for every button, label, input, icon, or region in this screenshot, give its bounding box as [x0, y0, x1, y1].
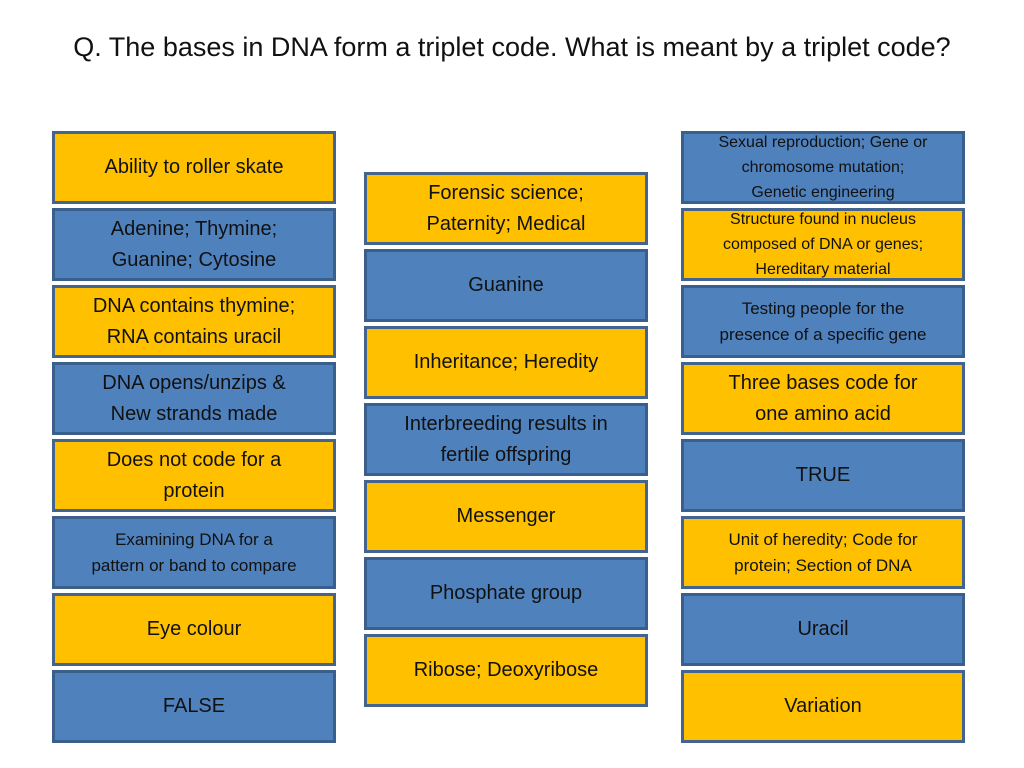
answer-column-middle: Forensic science; Paternity; Medical Gua… [364, 172, 648, 711]
answer-card[interactable]: Sexual reproduction; Gene or chromosome … [681, 131, 965, 204]
answer-text: Does not code for a protein [106, 448, 282, 502]
answer-text: DNA contains thymine; RNA contains uraci… [92, 294, 296, 348]
answer-card[interactable]: DNA contains thymine; RNA contains uraci… [52, 285, 336, 358]
answer-card[interactable]: Three bases code for one amino acid [681, 362, 965, 435]
answer-card[interactable]: Unit of heredity; Code for protein; Sect… [681, 516, 965, 589]
answer-text: Messenger [456, 505, 556, 527]
answer-column-left: Ability to roller skate Adenine; Thymine… [52, 131, 336, 747]
answer-text: Testing people for the presence of a spe… [719, 298, 927, 344]
answer-card[interactable]: Ability to roller skate [52, 131, 336, 204]
answer-text: Adenine; Thymine; Guanine; Cytosine [110, 217, 278, 271]
answer-text: Guanine [468, 274, 544, 296]
answer-card[interactable]: FALSE [52, 670, 336, 743]
question-title: Q. The bases in DNA form a triplet code.… [73, 32, 951, 62]
answer-text: Ability to roller skate [104, 156, 284, 178]
answer-text: Ribose; Deoxyribose [413, 659, 599, 681]
answer-text: Forensic science; Paternity; Medical [426, 181, 586, 235]
answer-card[interactable]: Interbreeding results in fertile offspri… [364, 403, 648, 476]
answer-card[interactable]: Uracil [681, 593, 965, 666]
answer-text: TRUE [795, 464, 851, 486]
answer-text: FALSE [162, 695, 226, 717]
answer-text: Eye colour [146, 618, 242, 640]
answer-card[interactable]: Adenine; Thymine; Guanine; Cytosine [52, 208, 336, 281]
answer-text: Unit of heredity; Code for protein; Sect… [728, 529, 918, 575]
answer-text: Phosphate group [429, 582, 583, 604]
answer-text: DNA opens/unzips & New strands made [102, 371, 286, 425]
answer-card[interactable]: Testing people for the presence of a spe… [681, 285, 965, 358]
answer-card[interactable]: DNA opens/unzips & New strands made [52, 362, 336, 435]
answer-card[interactable]: Ribose; Deoxyribose [364, 634, 648, 707]
answer-card[interactable]: Variation [681, 670, 965, 743]
answer-text: Examining DNA for a pattern or band to c… [91, 529, 297, 575]
answer-card[interactable]: Inheritance; Heredity [364, 326, 648, 399]
answer-card[interactable]: Does not code for a protein [52, 439, 336, 512]
answer-column-right: Sexual reproduction; Gene or chromosome … [681, 131, 965, 747]
answer-card[interactable]: Phosphate group [364, 557, 648, 630]
answer-text: Structure found in nucleus composed of D… [722, 211, 924, 278]
answer-text: Interbreeding results in fertile offspri… [404, 412, 608, 466]
answer-card[interactable]: Eye colour [52, 593, 336, 666]
answer-text: Sexual reproduction; Gene or chromosome … [718, 134, 928, 201]
answer-card[interactable]: Examining DNA for a pattern or band to c… [52, 516, 336, 589]
answer-card[interactable]: Forensic science; Paternity; Medical [364, 172, 648, 245]
answer-card[interactable]: Guanine [364, 249, 648, 322]
answer-card[interactable]: Structure found in nucleus composed of D… [681, 208, 965, 281]
answer-text: Variation [784, 695, 862, 717]
answer-text: Inheritance; Heredity [413, 351, 599, 373]
answer-card[interactable]: Messenger [364, 480, 648, 553]
answer-card[interactable]: TRUE [681, 439, 965, 512]
answer-text: Three bases code for one amino acid [728, 371, 918, 425]
answer-text: Uracil [797, 618, 849, 640]
